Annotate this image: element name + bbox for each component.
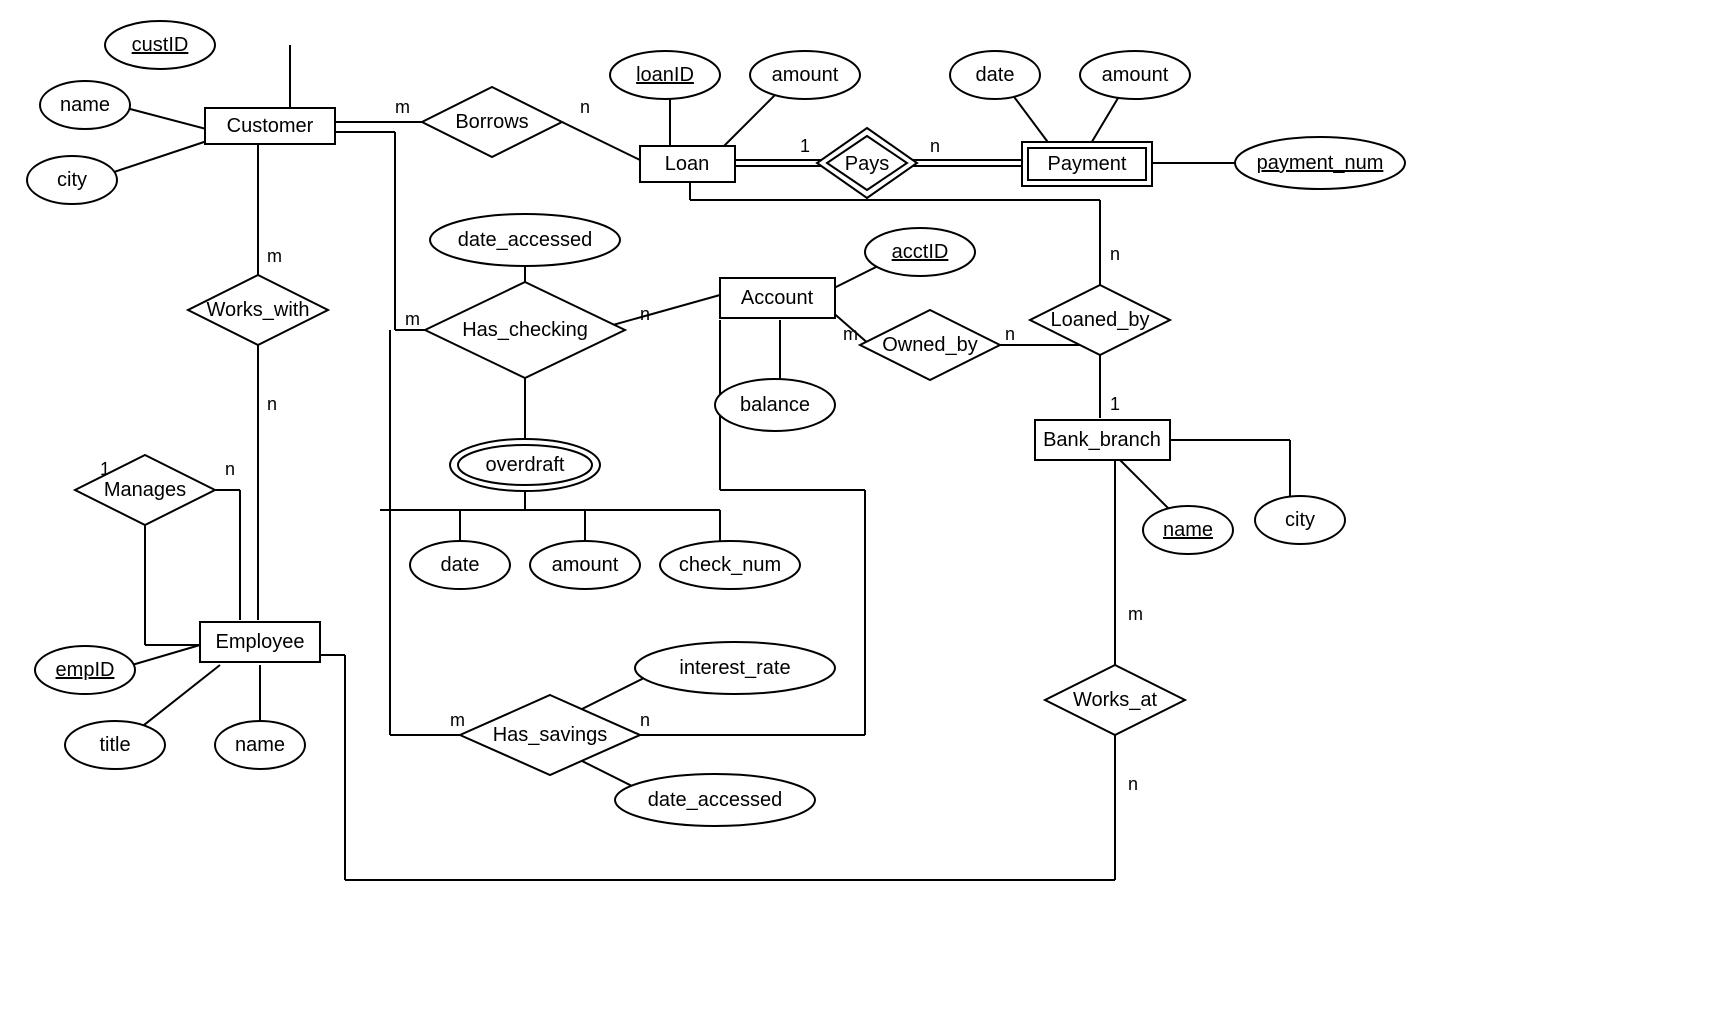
rel-works-at-label: Works_at — [1073, 689, 1158, 711]
attr-loanid-label: loanID — [636, 64, 694, 86]
attr-balance-label: balance — [740, 394, 810, 416]
rel-owned-by-label: Owned_by — [882, 334, 978, 356]
attr-od-amount-label: amount — [552, 554, 619, 576]
card-account-ownedby: m — [843, 324, 858, 344]
attr-emp-name-label: name — [235, 734, 285, 756]
card-manages-n: n — [225, 459, 235, 479]
card-worksat-employee: n — [1128, 774, 1138, 794]
attr-emp-title-label: title — [99, 734, 130, 756]
attr-custid-label: custID — [132, 34, 189, 56]
attr-interest-rate-label: interest_rate — [679, 657, 790, 679]
entity-account-label: Account — [741, 287, 814, 309]
attr-date-accessed-2-label: date_accessed — [648, 789, 783, 811]
card-customer-workswith: m — [267, 246, 282, 266]
card-customer-haschecking: m — [405, 309, 420, 329]
attr-branch-name-label: name — [1163, 519, 1213, 541]
attr-cust-name-label: name — [60, 94, 110, 116]
entity-bank-branch-label: Bank_branch — [1043, 429, 1161, 451]
entity-employee-label: Employee — [216, 631, 305, 653]
rel-manages-label: Manages — [104, 479, 186, 501]
card-loan-loanedby: n — [1110, 244, 1120, 264]
card-borrows-loan: n — [580, 97, 590, 117]
card-workswith-employee: n — [267, 394, 277, 414]
attr-loan-amount-label: amount — [772, 64, 839, 86]
attr-pay-date-label: date — [976, 64, 1015, 86]
card-pays-payment: n — [930, 136, 940, 156]
rel-borrows-label: Borrows — [455, 111, 528, 133]
card-branch-worksat: m — [1128, 604, 1143, 624]
attr-empid-label: empID — [56, 659, 115, 681]
attr-cust-city-label: city — [57, 169, 87, 191]
entity-customer-label: Customer — [227, 115, 314, 137]
attr-acctid-label: acctID — [892, 241, 949, 263]
er-diagram: m n 1 n n 1 m n 1 n m n m n m n m n Cust… — [0, 0, 1720, 1018]
attr-od-date-label: date — [441, 554, 480, 576]
attr-pay-amount-label: amount — [1102, 64, 1169, 86]
attr-od-checknum-label: check_num — [679, 554, 781, 576]
card-haschecking-account: n — [640, 304, 650, 324]
rel-loaned-by-label: Loaned_by — [1051, 309, 1150, 331]
rel-works-with-label: Works_with — [207, 299, 310, 321]
card-loanedby-branch: 1 — [1110, 394, 1120, 414]
card-hassavings-account: n — [640, 710, 650, 730]
card-customer-hassavings: m — [450, 710, 465, 730]
attr-date-accessed-1-label: date_accessed — [458, 229, 593, 251]
rel-has-checking-label: Has_checking — [462, 319, 588, 341]
rel-has-savings-label: Has_savings — [493, 724, 608, 746]
entity-loan-label: Loan — [665, 153, 710, 175]
attr-branch-city-label: city — [1285, 509, 1315, 531]
attr-payment-num-label: payment_num — [1257, 152, 1384, 174]
card-ownedby-branch: n — [1005, 324, 1015, 344]
rel-pays-label: Pays — [845, 153, 889, 175]
card-customer-borrows: m — [395, 97, 410, 117]
card-loan-pays: 1 — [800, 136, 810, 156]
attr-overdraft-label: overdraft — [486, 454, 565, 476]
entity-payment-label: Payment — [1048, 153, 1127, 175]
